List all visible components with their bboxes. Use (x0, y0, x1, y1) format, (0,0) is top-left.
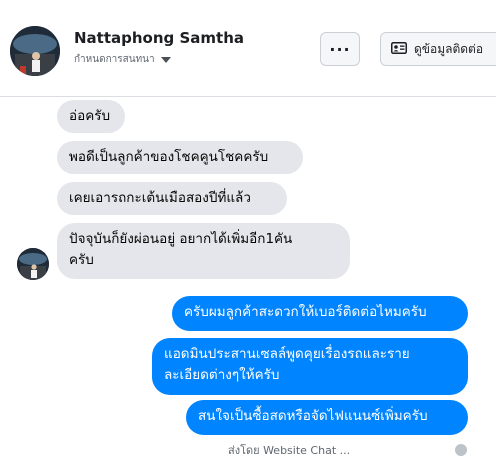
sender-avatar (17, 248, 49, 280)
contact-card-icon (391, 41, 407, 57)
view-contact-info-button[interactable]: ดูข้อมูลติดต่อ (380, 32, 496, 66)
message-bubble: พอดีเป็นลูกค้าของโชคคูนโชคครับ (57, 141, 303, 174)
message-text: เคยเอารถกะเต้นเมือสองปีที่แล้ว (69, 190, 251, 206)
message-text-line: ปัจจุบันก็ยังผ่อนอยู่ อยากได้เพิ่มอีก1คั… (69, 231, 293, 247)
message-text: พอดีเป็นลูกค้าของโชคคูนโชคครับ (69, 149, 269, 165)
message-text: อ่อครับ (69, 108, 111, 124)
view-contact-info-label: ดูข้อมูลติดต่อ (414, 41, 484, 56)
message-text-line: แอดมินประสานเซลล์พูดคุยเรื่องรถและราย (164, 346, 410, 362)
message-text: สนใจเป็นซื้อสดหรือจัดไฟแนนซ์เพิ่มครับ (198, 408, 428, 424)
message-bubble: อ่อครับ (57, 100, 125, 133)
conversation-schedule[interactable]: กำหนดการสนทนา (74, 52, 171, 67)
contact-name[interactable]: Nattaphong Samtha (74, 29, 244, 47)
more-options-button[interactable]: ··· (320, 32, 360, 66)
seen-indicator-icon (455, 444, 467, 456)
delivery-status: ส่งโดย Website Chat ... (228, 444, 351, 457)
message-bubble: เคยเอารถกะเต้นเมือสองปีที่แล้ว (57, 182, 287, 215)
contact-avatar[interactable] (10, 26, 60, 76)
message-bubble: แอดมินประสานเซลล์พูดคุยเรื่องรถและราย ละ… (152, 338, 468, 395)
message-text-line: ครับ (69, 252, 94, 268)
message-bubble: ครับผมลูกค้าสะดวกให้เบอร์ติดต่อไหมครับ (172, 296, 468, 331)
schedule-label: กำหนดการสนทนา (74, 54, 155, 65)
message-bubble: สนใจเป็นซื้อสดหรือจัดไฟแนนซ์เพิ่มครับ (186, 400, 468, 435)
message-text: ครับผมลูกค้าสะดวกให้เบอร์ติดต่อไหมครับ (184, 304, 427, 320)
conversation-header: Nattaphong Samtha กำหนดการสนทนา ··· ดูข้… (0, 0, 496, 97)
message-text-line: ละเอียดต่างๆให้ครับ (164, 367, 280, 383)
caret-down-icon (160, 56, 171, 63)
message-bubble: ปัจจุบันก็ยังผ่อนอยู่ อยากได้เพิ่มอีก1คั… (57, 223, 350, 279)
